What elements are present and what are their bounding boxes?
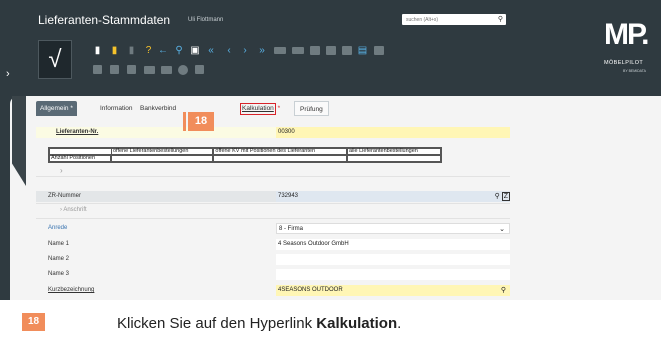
toolbar-action-icon[interactable] — [161, 66, 172, 74]
window-title: Lieferanten-Stammdaten — [38, 13, 171, 27]
all-orders-header: alle Lieferantenbestellungen — [347, 148, 441, 155]
name2-label: Name 2 — [48, 256, 70, 262]
new-doc-icon[interactable]: ▮ — [93, 45, 102, 56]
name1-label: Name 1 — [48, 241, 70, 247]
anschrift-expand-icon[interactable]: › — [60, 207, 62, 213]
toolbar-action-icon[interactable] — [127, 65, 136, 74]
toolbar-action-icon[interactable] — [178, 65, 188, 75]
zr-search-icon[interactable]: ⚲ — [495, 193, 500, 200]
user-name: Uli Flottmann — [188, 17, 224, 23]
step-marker-bar — [183, 112, 186, 131]
toolbar-action-icon[interactable] — [93, 65, 102, 74]
chart-icon[interactable]: ▤ — [357, 45, 368, 56]
open-kv-header: offene KV mit Positionen des Lieferanten — [213, 148, 348, 155]
lieferant-field[interactable]: 00300 — [276, 127, 510, 138]
toolbar-action-icon[interactable] — [110, 65, 119, 74]
kurzbezeichnung-field[interactable]: 4SEASONS OUTDOOR ⚲ — [276, 285, 510, 296]
toolbar-action-icon[interactable] — [144, 66, 155, 74]
divider — [36, 203, 510, 204]
last-icon[interactable]: » — [256, 45, 268, 56]
positions-table: offene Lieferantenbestellungen offene KV… — [48, 147, 442, 163]
zr-row: ZR-Nummer 732943 ⚲ Z — [36, 191, 510, 202]
print-icon[interactable]: ▣ — [190, 45, 200, 56]
kurzbezeichnung-row: Kurzbezeichnung 4SEASONS OUTDOOR ⚲ — [36, 285, 510, 296]
tab-pruefung[interactable]: Prüfung — [294, 101, 329, 116]
name1-row: Name 1 4 Seasons Outdoor GmbH — [36, 239, 510, 250]
open-orders-header: offene Lieferantenbestellungen — [110, 148, 214, 155]
next-icon[interactable]: › — [240, 45, 250, 56]
toolbar-action-icon[interactable] — [274, 47, 286, 54]
instruction-text: Klicken Sie auf den Hyperlink Kalkulatio… — [117, 315, 402, 332]
sidebar-expand-icon[interactable]: › — [6, 68, 10, 80]
section-expand-icon[interactable]: › — [60, 166, 63, 175]
name2-field[interactable] — [276, 254, 510, 265]
search-box[interactable]: ⚲ — [402, 14, 506, 25]
divider — [36, 218, 510, 219]
prev-icon[interactable]: ‹ — [224, 45, 234, 56]
anrede-label: Anrede — [48, 225, 68, 231]
anschrift-section[interactable]: › Anschrift — [60, 207, 87, 213]
instruction-target: Kalkulation — [316, 315, 398, 332]
name2-row: Name 2 — [36, 254, 510, 265]
toolbar-action-icon[interactable] — [292, 47, 304, 54]
tab-allgemein[interactable]: Allgemein * — [36, 101, 77, 116]
anrede-select[interactable]: 8 - Firma ⌄ — [276, 223, 510, 234]
tab-kalkulation[interactable]: Kalkulation * — [240, 101, 280, 116]
anrede-row: Anrede 8 - Firma ⌄ — [36, 223, 510, 234]
lieferant-label[interactable]: Lieferanten-Nr. — [56, 127, 98, 138]
toolbar-action-icon[interactable] — [310, 46, 320, 55]
logo-name: MÖBELPILOT — [604, 60, 644, 66]
logo-subtitle: BY BEMIDATA — [623, 69, 646, 73]
confirm-button[interactable]: √ — [38, 40, 72, 79]
lieferant-row: Lieferanten-Nr. 00300 — [36, 127, 510, 138]
toolbar-action-icon[interactable] — [326, 46, 336, 55]
tab-bankverbindung[interactable]: Bankverbind — [140, 101, 176, 116]
search-input[interactable] — [402, 14, 494, 25]
find-icon[interactable]: ⚲ — [174, 45, 184, 56]
zr-field[interactable]: 732943 — [276, 191, 510, 202]
toolbar-action-icon[interactable] — [342, 46, 352, 55]
kalkulation-link[interactable]: Kalkulation — [240, 103, 276, 115]
name3-field[interactable] — [276, 269, 510, 280]
tab-information[interactable]: Information — [100, 101, 133, 116]
help-icon[interactable]: ? — [144, 45, 153, 56]
search-icon[interactable]: ⚲ — [501, 285, 506, 296]
first-icon[interactable]: « — [205, 45, 217, 56]
search-icon[interactable]: ⚲ — [498, 15, 503, 23]
app-window: › Lieferanten-Stammdaten Uli Flottmann ⚲… — [0, 0, 661, 300]
zr-edit-icon[interactable]: Z — [501, 192, 510, 201]
kurzbezeichnung-label[interactable]: Kurzbezeichnung — [48, 285, 94, 296]
name3-row: Name 3 — [36, 269, 510, 280]
back-icon[interactable]: ← — [158, 45, 168, 56]
copy-icon[interactable]: ▮ — [110, 45, 119, 56]
delete-icon[interactable]: ▮ — [127, 45, 136, 56]
positions-count-label: Anzahl Positionen — [49, 155, 111, 162]
toolbar-action-icon[interactable] — [374, 46, 384, 55]
step-marker-bottom: 18 — [22, 313, 45, 331]
divider — [36, 176, 510, 177]
step-marker: 18 — [188, 112, 214, 131]
zr-label: ZR-Nummer — [48, 193, 81, 199]
name1-field[interactable]: 4 Seasons Outdoor GmbH — [276, 239, 510, 250]
name3-label: Name 3 — [48, 271, 70, 277]
chevron-down-icon[interactable]: ⌄ — [499, 224, 505, 235]
toolbar-action-icon[interactable] — [195, 65, 204, 74]
logo-mark: MP. — [604, 18, 649, 51]
content-panel: Allgemein * Information Bankverbind Kalk… — [26, 96, 661, 300]
